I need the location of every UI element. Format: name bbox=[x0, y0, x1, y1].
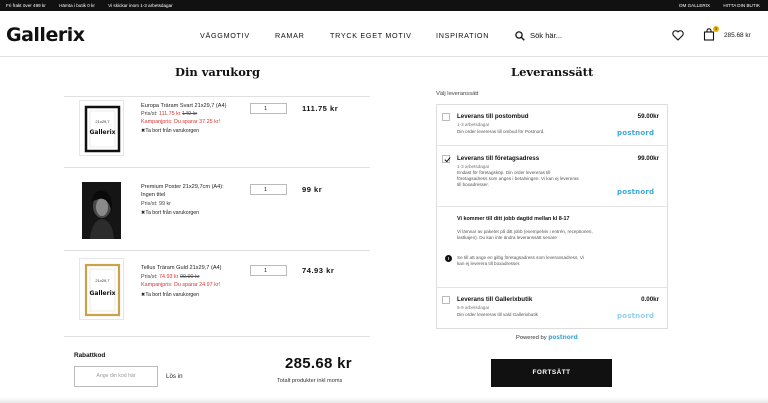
remove-item-label: Ta bort från varukorgen bbox=[145, 128, 199, 134]
cart-divider bbox=[64, 167, 370, 168]
delivery-option-title[interactable]: Leverans till företagsadress bbox=[457, 155, 539, 162]
price-old: 99.90 kr bbox=[179, 274, 200, 280]
delivery-option-days: 5-9 arbetsdagar bbox=[457, 305, 490, 310]
svg-text:Gallerix: Gallerix bbox=[89, 129, 115, 136]
item-total: 99 kr bbox=[302, 185, 323, 194]
campaign-savings: Kampanjpris: Du sparar 24.97 kr! bbox=[141, 282, 221, 288]
svg-text:21x29,7: 21x29,7 bbox=[95, 119, 110, 124]
delivery-option-checkbox[interactable] bbox=[442, 113, 450, 121]
frame-gold-image: 21x29,7 Gallerix bbox=[84, 263, 121, 317]
product-name[interactable]: Premium Poster 21x29,7cm (A4): bbox=[141, 184, 224, 192]
coupon-input[interactable]: Ange din kod här bbox=[74, 366, 158, 387]
delivery-option-title[interactable]: Leverans till postombud bbox=[457, 113, 529, 120]
item-total: 74.93 kr bbox=[302, 266, 335, 275]
bottom-edge bbox=[0, 397, 768, 403]
price-now: 111.75 kr bbox=[158, 111, 181, 117]
cart-divider bbox=[64, 96, 370, 97]
delivery-option-description: till boxadresser. bbox=[457, 182, 489, 187]
delivery-info-title: Vi kommer till ditt jobb dagtid mellan k… bbox=[457, 216, 570, 222]
delivery-info-text: lastkajen). Du kan inte ändra leveranssä… bbox=[457, 235, 557, 240]
delivery-title: Leveranssätt bbox=[511, 65, 594, 79]
redeem-coupon-button[interactable]: Lös in bbox=[166, 373, 183, 380]
delivery-option-description: Din order levereras till vald Gallerixbu… bbox=[457, 312, 538, 317]
remove-item-label: Ta bort från varukorgen bbox=[145, 210, 199, 216]
promo-shipping-time: Vi skickar inom 1-3 arbetsdagar bbox=[108, 3, 173, 8]
price-label: Pris/st: bbox=[141, 274, 158, 280]
promo-store-pickup: Hämta i butik 0 kr bbox=[59, 3, 95, 8]
nav-item-tryck-eget-motiv[interactable]: TRYCK EGET MOTIV bbox=[330, 31, 412, 40]
cart-title: Din varukorg bbox=[175, 65, 260, 79]
delivery-option-checkbox[interactable] bbox=[442, 296, 450, 304]
price-label: Pris/st: bbox=[141, 111, 158, 117]
delivery-option-description: Din order levereras till ombud för Postn… bbox=[457, 129, 545, 134]
info-icon: ! bbox=[445, 255, 452, 262]
site-header: Gallerix VÄGGMOTIV RAMAR TRYCK EGET MOTI… bbox=[0, 11, 768, 56]
quantity-input[interactable]: 1 bbox=[250, 184, 287, 195]
remove-item-button[interactable]: ✖Ta bort från varukorgen bbox=[141, 210, 199, 216]
product-price-row: Pris/st: 99 kr bbox=[141, 201, 171, 207]
postnord-logo: postnord bbox=[548, 335, 578, 341]
postnord-logo: postnord bbox=[617, 129, 655, 137]
product-price-row: Pris/st: 111.75 kr 149 kr bbox=[141, 111, 197, 117]
delivery-option-checkbox-checked[interactable] bbox=[442, 155, 451, 163]
delivery-warning-text: kan ej leverera till boxadresser. bbox=[457, 261, 521, 266]
svg-text:21x29,7: 21x29,7 bbox=[95, 278, 110, 283]
search-icon[interactable] bbox=[515, 31, 525, 41]
grand-total: 285.68 kr bbox=[285, 355, 352, 372]
postnord-logo: postnord bbox=[617, 312, 655, 320]
header-divider bbox=[0, 56, 768, 57]
about-link[interactable]: OM GALLERIX bbox=[679, 3, 710, 8]
product-image-europa-frame[interactable]: 21x29,7 Gallerix bbox=[79, 100, 124, 156]
coupon-label: Rabattkod bbox=[74, 352, 106, 359]
remove-item-button[interactable]: ✖Ta bort från varukorgen bbox=[141, 128, 199, 134]
grand-total-caption: Totalt produkter inkl moms bbox=[277, 378, 343, 384]
frame-black-image: 21x29,7 Gallerix bbox=[84, 105, 121, 153]
quantity-input[interactable]: 1 bbox=[250, 265, 287, 276]
campaign-savings: Kampanjpris: Du sparar 37.25 kr! bbox=[141, 119, 221, 125]
powered-by: Powered by postnord bbox=[516, 335, 578, 341]
delivery-option-price: 0.00kr bbox=[641, 296, 659, 303]
delivery-choose-label: Välj leveranssätt bbox=[436, 91, 479, 97]
item-total: 111.75 kr bbox=[302, 104, 339, 113]
nav-item-inspiration[interactable]: INSPIRATION bbox=[436, 31, 489, 40]
delivery-divider bbox=[437, 206, 667, 207]
quantity-input[interactable]: 1 bbox=[250, 103, 287, 114]
delivery-option-days: 1-3 arbetsdagar bbox=[457, 122, 490, 127]
product-name[interactable]: Tellus Träram Guld 21x29,7 (A4) bbox=[141, 265, 222, 273]
powered-by-label: Powered by bbox=[516, 335, 547, 341]
delivery-option-title[interactable]: Leverans till Gallerixbutik bbox=[457, 296, 532, 303]
top-bar: Fri frakt över 499 kr Hämta i butik 0 kr… bbox=[0, 0, 768, 11]
portrait-poster-image bbox=[82, 182, 121, 239]
promo-strip: Fri frakt över 499 kr Hämta i butik 0 kr… bbox=[6, 3, 185, 8]
price-old: 149 kr bbox=[182, 111, 198, 117]
gallerix-logo[interactable]: Gallerix bbox=[6, 24, 85, 46]
svg-text:Gallerix: Gallerix bbox=[89, 290, 115, 297]
promo-free-shipping: Fri frakt över 499 kr bbox=[6, 3, 46, 8]
heart-icon[interactable] bbox=[672, 30, 684, 41]
cart-total-header[interactable]: 285.68 kr bbox=[724, 32, 751, 39]
delivery-option-price: 99.00kr bbox=[637, 155, 659, 162]
cart-count-badge: 3 bbox=[713, 26, 719, 32]
nav-item-ramar[interactable]: RAMAR bbox=[275, 31, 304, 40]
nav-item-vaggmotiv[interactable]: VÄGGMOTIV bbox=[200, 31, 250, 40]
remove-item-button[interactable]: ✖Ta bort från varukorgen bbox=[141, 292, 199, 298]
remove-item-label: Ta bort från varukorgen bbox=[145, 292, 199, 298]
cart-divider bbox=[64, 250, 370, 251]
product-name[interactable]: Europa Träram Svart 21x29,7 (A4) bbox=[141, 103, 227, 111]
delivery-divider bbox=[437, 287, 667, 288]
checkmark-icon bbox=[444, 157, 451, 163]
product-image-tellus-frame[interactable]: 21x29,7 Gallerix bbox=[79, 258, 124, 320]
postnord-logo: postnord bbox=[617, 188, 655, 196]
product-price-row: Pris/st: 74.93 kr 99.90 kr bbox=[141, 274, 199, 280]
find-store-link[interactable]: HITTA DIN BUTIK bbox=[723, 3, 760, 8]
continue-button[interactable]: FORTSÄTT bbox=[491, 359, 612, 387]
product-image-poster[interactable] bbox=[82, 182, 121, 239]
cart-divider bbox=[64, 336, 370, 337]
product-name-subtitle: Ingen titel bbox=[141, 192, 166, 198]
delivery-option-price: 59.00kr bbox=[637, 113, 659, 120]
price-now: 74.93 kr bbox=[158, 274, 179, 280]
search-input[interactable]: Sök här... bbox=[530, 31, 562, 40]
delivery-divider bbox=[437, 145, 667, 146]
